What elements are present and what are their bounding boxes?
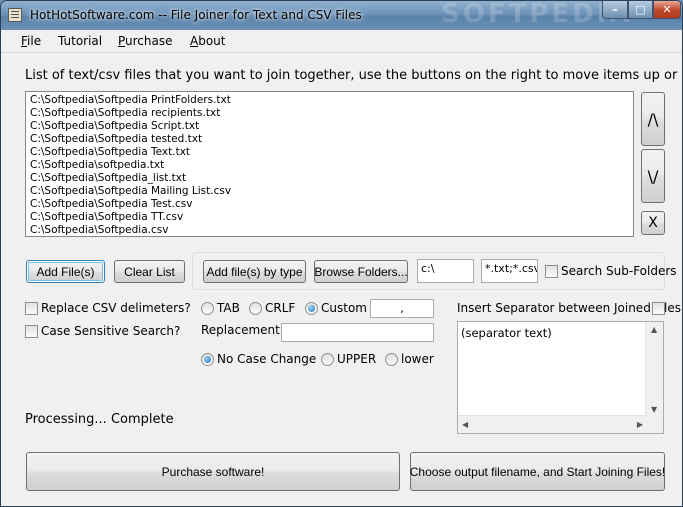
separator-horizontal-scrollbar[interactable]: ◀ ▶ — [458, 415, 647, 433]
maximize-icon: □ — [635, 3, 646, 16]
list-item[interactable]: C:\Softpedia\Softpedia Text.txt — [30, 146, 633, 159]
scroll-down-arrow-icon[interactable]: ▼ — [651, 405, 657, 414]
clear-list-button[interactable]: Clear List — [114, 260, 185, 283]
minimize-icon: – — [612, 3, 618, 16]
list-item[interactable]: C:\Softpedia\Softpedia.csv — [30, 224, 633, 237]
app-icon — [8, 8, 22, 22]
crlf-radio-label: CRLF — [265, 301, 296, 315]
main-window: HotHotSoftware.com -- File Joiner for Te… — [0, 0, 683, 507]
no-case-change-radio[interactable] — [201, 353, 214, 366]
scrollbar-corner — [646, 416, 663, 433]
window-title: HotHotSoftware.com -- File Joiner for Te… — [30, 8, 362, 22]
minimize-button[interactable]: – — [602, 1, 628, 19]
menu-purchase[interactable]: Purchase — [118, 34, 173, 48]
menu-bar: File Tutorial Purchase About — [1, 30, 682, 53]
menu-file[interactable]: File — [21, 34, 41, 48]
file-list[interactable]: C:\Softpedia\Softpedia PrintFolders.txt … — [25, 91, 634, 237]
replacement-label: Replacement — [201, 323, 280, 337]
list-item[interactable]: C:\Softpedia\Softpedia recipients.txt — [30, 107, 633, 120]
move-up-button[interactable]: /\ — [641, 92, 665, 146]
menu-about[interactable]: About — [190, 34, 226, 48]
list-item[interactable]: C:\Softpedia\softpedia.txt — [30, 159, 633, 172]
add-files-button[interactable]: Add File(s) — [26, 260, 105, 283]
search-subfolders-label: Search Sub-Folders — [561, 264, 677, 278]
move-down-button[interactable]: \/ — [641, 149, 665, 203]
case-sensitive-checkbox[interactable] — [25, 325, 38, 338]
separator-text-area[interactable]: (separator text) ▲ ▼ ◀ ▶ — [457, 321, 664, 434]
menu-purchase-label: urchase — [125, 34, 173, 48]
separator-vertical-scrollbar[interactable]: ▲ ▼ — [645, 322, 663, 417]
list-item[interactable]: C:\Softpedia\Softpedia Test.csv — [30, 198, 633, 211]
replace-csv-label: Replace CSV delimeters? — [41, 301, 191, 315]
list-item[interactable]: C:\Softpedia\Softpedia TT.csv — [30, 211, 633, 224]
maximize-button[interactable]: □ — [628, 1, 653, 19]
insert-separator-checkbox[interactable] — [652, 302, 665, 315]
search-subfolders-checkbox[interactable] — [545, 265, 558, 278]
upper-case-label: UPPER — [337, 352, 377, 366]
list-item[interactable]: C:\Softpedia\Softpedia PrintFolders.txt — [30, 94, 633, 107]
add-by-type-button[interactable]: Add file(s) by type — [203, 260, 306, 283]
custom-radio[interactable] — [305, 302, 318, 315]
case-sensitive-label: Case Sensitive Search? — [41, 324, 181, 338]
menu-file-label: ile — [27, 34, 42, 48]
browse-folders-button[interactable]: Browse Folders... — [314, 260, 408, 283]
list-item[interactable]: C:\Softpedia\Softpedia_list.txt — [30, 172, 633, 185]
lower-case-label: lower — [401, 352, 434, 366]
tab-radio-label: TAB — [217, 301, 240, 315]
file-types-field[interactable]: *.txt;*.csv — [481, 259, 538, 283]
replacement-field[interactable] — [281, 323, 434, 342]
close-button[interactable]: ✕ — [653, 1, 681, 19]
lower-case-radio[interactable] — [385, 353, 398, 366]
custom-delimiter-field[interactable]: , — [370, 299, 434, 318]
folder-path-field[interactable]: c:\ — [417, 259, 474, 283]
title-bar[interactable]: HotHotSoftware.com -- File Joiner for Te… — [1, 1, 682, 30]
menu-about-hotkey: A — [190, 34, 199, 48]
scroll-left-arrow-icon[interactable]: ◀ — [462, 420, 468, 429]
menu-tutorial[interactable]: Tutorial — [58, 34, 102, 48]
custom-radio-label: Custom — [321, 301, 367, 315]
status-text: Processing... Complete — [25, 412, 174, 427]
tab-radio[interactable] — [201, 302, 214, 315]
start-joining-button[interactable]: Choose output filename, and Start Joinin… — [410, 452, 665, 491]
upper-case-radio[interactable] — [321, 353, 334, 366]
menu-about-label: bout — [198, 34, 226, 48]
crlf-radio[interactable] — [249, 302, 262, 315]
remove-item-button[interactable]: X — [641, 211, 665, 235]
separator-text: (separator text) — [461, 326, 552, 340]
scroll-up-arrow-icon[interactable]: ▲ — [651, 325, 657, 334]
close-icon: ✕ — [662, 3, 672, 16]
scroll-right-arrow-icon[interactable]: ▶ — [637, 420, 643, 429]
purchase-software-button[interactable]: Purchase software! — [26, 452, 400, 491]
replace-csv-checkbox[interactable] — [25, 302, 38, 315]
list-item[interactable]: C:\Softpedia\Softpedia Script.txt — [30, 120, 633, 133]
list-item[interactable]: C:\Softpedia\Softpedia Mailing List.csv — [30, 185, 633, 198]
list-item[interactable]: C:\Softpedia\Softpedia tested.txt — [30, 133, 633, 146]
no-case-change-label: No Case Change — [217, 352, 317, 366]
menu-purchase-hotkey: P — [118, 34, 126, 48]
file-list-label: List of text/csv files that you want to … — [25, 68, 683, 83]
insert-separator-label: Insert Separator between Joined Files — [457, 301, 681, 315]
